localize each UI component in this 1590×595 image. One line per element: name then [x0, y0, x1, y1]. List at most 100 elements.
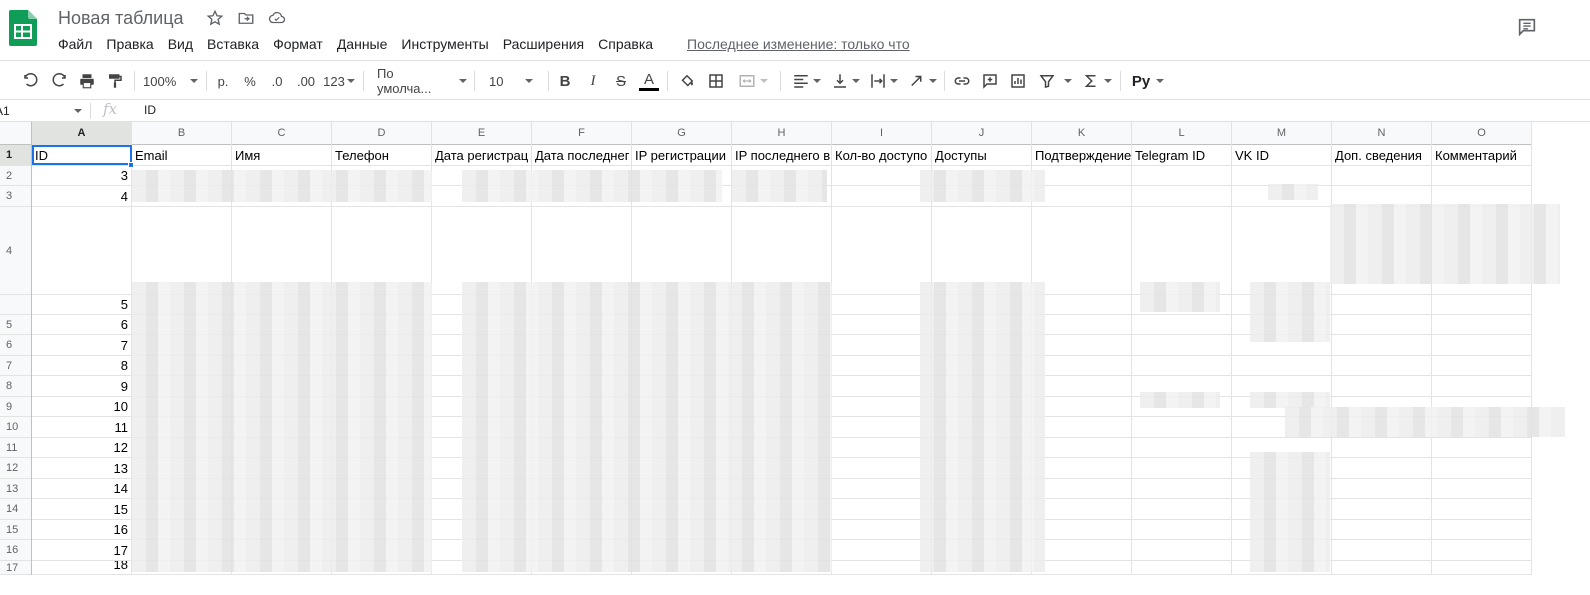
sheet-grid[interactable]: ABCDEFGHIJKLMNO 1 2 3 4 5 6 7 8 9 10 11 12 13 14 15 16 1…	[0, 122, 1590, 595]
id-cell[interactable]: 6	[32, 315, 132, 334]
data-cell[interactable]	[1032, 479, 1132, 498]
currency-format-button[interactable]: р.	[213, 69, 233, 93]
data-cell[interactable]	[1132, 207, 1232, 294]
data-cell[interactable]	[1132, 186, 1232, 206]
id-cell[interactable]	[32, 207, 132, 294]
header-cell[interactable]: ID	[32, 145, 132, 165]
data-cell[interactable]	[1132, 315, 1232, 334]
data-cell[interactable]	[1132, 417, 1232, 437]
horizontal-align-icon[interactable]	[789, 69, 823, 93]
data-cell[interactable]	[1332, 315, 1432, 334]
insert-chart-icon[interactable]	[1007, 69, 1029, 93]
id-cell[interactable]: 10	[32, 397, 132, 416]
id-cell[interactable]: 17	[32, 540, 132, 560]
data-cell[interactable]	[1032, 458, 1132, 478]
id-cell[interactable]: 4	[32, 186, 132, 206]
merge-cells-icon[interactable]	[735, 69, 771, 93]
column-header-d[interactable]: D	[332, 122, 432, 145]
column-header-l[interactable]: L	[1132, 122, 1232, 145]
data-cell[interactable]	[832, 438, 932, 457]
filter-icon[interactable]	[1035, 69, 1075, 93]
vertical-align-icon[interactable]	[828, 69, 862, 93]
data-cell[interactable]	[1332, 499, 1432, 519]
data-cell[interactable]	[1032, 335, 1132, 355]
data-cell[interactable]	[1432, 356, 1532, 375]
row-header[interactable]: 8	[0, 376, 31, 397]
data-cell[interactable]	[832, 458, 932, 478]
data-cell[interactable]	[1032, 186, 1132, 206]
data-cell[interactable]	[1132, 499, 1232, 519]
header-cell[interactable]: Email	[132, 145, 232, 165]
data-cell[interactable]	[1332, 520, 1432, 539]
percent-format-button[interactable]: %	[240, 69, 260, 93]
header-cell[interactable]: Доп. сведения	[1332, 145, 1432, 165]
data-cell[interactable]	[1432, 561, 1532, 574]
column-header-g[interactable]: G	[632, 122, 732, 145]
data-cell[interactable]	[1032, 356, 1132, 375]
menu-help[interactable]: Справка	[591, 35, 660, 53]
row-header[interactable]: 14	[0, 499, 31, 520]
data-cell[interactable]	[1132, 479, 1232, 498]
data-cell[interactable]	[332, 207, 432, 294]
strikethrough-button[interactable]: S	[611, 69, 631, 93]
select-all-corner[interactable]	[0, 122, 32, 145]
data-cell[interactable]	[1232, 356, 1332, 375]
data-cell[interactable]	[1432, 438, 1532, 457]
id-cell[interactable]: 14	[32, 479, 132, 498]
zoom-select[interactable]: 100%	[143, 69, 199, 93]
column-header-b[interactable]: B	[132, 122, 232, 145]
row-header[interactable]: 15	[0, 520, 31, 540]
data-cell[interactable]	[1332, 166, 1432, 185]
data-cell[interactable]	[732, 207, 832, 294]
data-cell[interactable]	[832, 166, 932, 185]
row-header[interactable]: 12	[0, 458, 31, 479]
id-cell[interactable]: 3	[32, 166, 132, 185]
data-cell[interactable]	[832, 186, 932, 206]
menu-extensions[interactable]: Расширения	[496, 35, 591, 53]
row-header[interactable]: 9	[0, 397, 31, 417]
print-icon[interactable]	[76, 69, 98, 93]
data-cell[interactable]	[1032, 207, 1132, 294]
id-cell[interactable]: 12	[32, 438, 132, 457]
data-cell[interactable]	[832, 376, 932, 396]
data-cell[interactable]	[1432, 540, 1532, 560]
row-header[interactable]: 6	[0, 335, 31, 356]
id-cell[interactable]: 5	[32, 295, 132, 314]
selection-fill-handle[interactable]	[128, 162, 134, 168]
font-size-select[interactable]: 10	[489, 69, 541, 93]
header-cell[interactable]: Telegram ID	[1132, 145, 1232, 165]
column-header-i[interactable]: I	[832, 122, 932, 145]
column-header-e[interactable]: E	[432, 122, 532, 145]
menu-data[interactable]: Данные	[330, 35, 395, 53]
row-header[interactable]: 1	[0, 145, 31, 166]
row-header[interactable]: 13	[0, 479, 31, 499]
data-cell[interactable]	[1132, 540, 1232, 560]
row-header[interactable]: 10	[0, 417, 31, 438]
data-cell[interactable]	[1132, 438, 1232, 457]
data-cell[interactable]	[1032, 397, 1132, 416]
data-cell[interactable]	[1232, 166, 1332, 185]
data-cell[interactable]	[1032, 438, 1132, 457]
data-cell[interactable]	[1332, 186, 1432, 206]
id-cell[interactable]: 9	[32, 376, 132, 396]
move-folder-icon[interactable]	[237, 9, 255, 27]
data-cell[interactable]	[832, 295, 932, 314]
star-icon[interactable]	[206, 9, 224, 27]
data-cell[interactable]	[1132, 356, 1232, 375]
data-cell[interactable]	[1432, 458, 1532, 478]
row-header[interactable]: 5	[0, 315, 31, 335]
data-cell[interactable]	[1032, 417, 1132, 437]
insert-link-icon[interactable]	[951, 69, 973, 93]
id-cell[interactable]: 18	[32, 561, 132, 574]
borders-icon[interactable]	[706, 69, 726, 93]
data-cell[interactable]	[1432, 186, 1532, 206]
data-cell[interactable]	[1332, 458, 1432, 478]
header-cell[interactable]: Телефон	[332, 145, 432, 165]
paint-format-icon[interactable]	[104, 69, 126, 93]
data-cell[interactable]	[1332, 356, 1432, 375]
data-cell[interactable]	[1032, 561, 1132, 574]
column-header-f[interactable]: F	[532, 122, 632, 145]
text-wrap-icon[interactable]	[866, 69, 900, 93]
name-box[interactable]: A1	[0, 102, 84, 120]
cloud-saved-icon[interactable]	[268, 9, 286, 27]
